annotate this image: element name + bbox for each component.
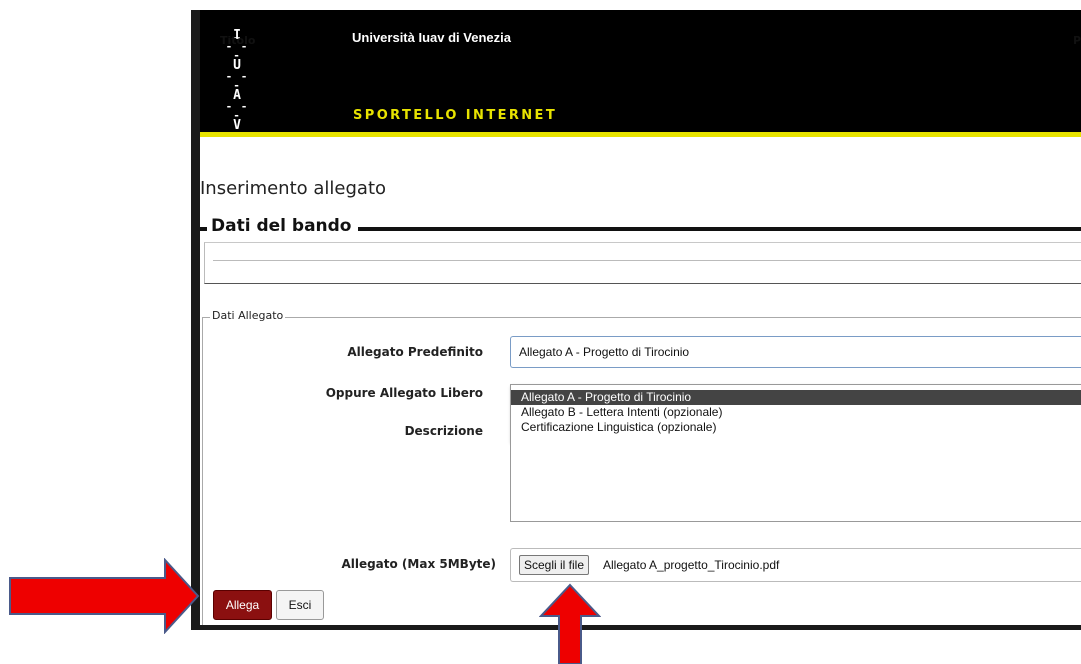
file-name: Allegato A_progetto_Tirocinio.pdf [603, 558, 780, 572]
allegato-predefinito-select[interactable]: Allegato A - Progetto di Tirocinio [510, 336, 1081, 368]
dropdown-option[interactable]: Certificazione Linguistica (opzionale) [511, 420, 1081, 435]
page: I - - - U - - - A - - - V Università Iua… [200, 10, 1081, 625]
page-title: Inserimento allegato [200, 178, 387, 199]
predefinito-label: Allegato Predefinito [347, 345, 483, 359]
section-bar [358, 227, 1081, 231]
section-title: Dati del bando [211, 216, 352, 236]
red-arrow-right-icon [9, 558, 200, 634]
dropdown-option-selected[interactable]: Allegato A - Progetto di Tirocinio [511, 390, 1081, 405]
header-accent-line [200, 132, 1081, 137]
column-header-titolo: Titolo [220, 34, 256, 47]
red-arrow-up-icon [539, 583, 601, 664]
portal-name: SPORTELLO INTERNET [353, 108, 558, 123]
esci-button[interactable]: Esci [276, 590, 324, 620]
libero-label: Oppure Allegato Libero [325, 386, 483, 400]
descrizione-label: Descrizione [404, 424, 483, 438]
section-bar [200, 227, 207, 231]
allega-button[interactable]: Allega [213, 590, 272, 620]
file-label: Allegato (Max 5MByte) [341, 557, 496, 571]
bando-section-header: Dati del bando [200, 216, 1081, 238]
select-value: Allegato A - Progetto di Tirocinio [519, 345, 690, 359]
university-name: Università Iuav di Venezia [352, 30, 511, 45]
descrizione-textarea[interactable] [510, 440, 1081, 522]
table-divider [213, 260, 1081, 261]
select-dropdown-list: Allegato A - Progetto di Tirocinio Alleg… [510, 384, 1081, 442]
dropdown-option[interactable]: Allegato B - Lettera Intenti (opzionale) [511, 405, 1081, 420]
file-chooser[interactable]: Scegli il file Allegato A_progetto_Tiroc… [510, 548, 1081, 582]
choose-file-button[interactable]: Scegli il file [519, 555, 590, 575]
fieldset-legend: Dati Allegato [210, 309, 286, 322]
column-header-partial: P [1073, 34, 1081, 47]
logo-letter: V [233, 118, 241, 133]
header: I - - - U - - - A - - - V Università Iua… [200, 10, 1081, 132]
bando-table [204, 242, 1081, 284]
